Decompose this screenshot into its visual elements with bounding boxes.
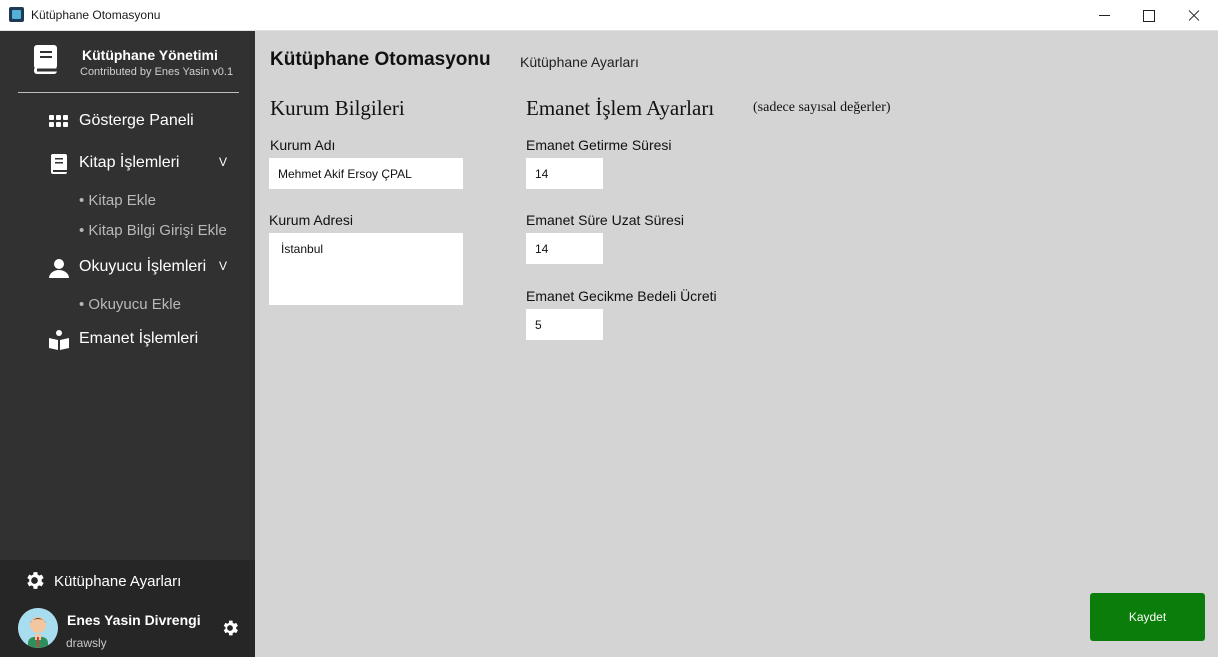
late-fee-label: Emanet Gecikme Bedeli Ücreti (526, 288, 717, 304)
extend-period-input[interactable] (526, 233, 603, 264)
numeric-only-note: (sadece sayısal değerler) (753, 100, 891, 115)
user-panel: Enes Yasin Divrengi drawsly (0, 602, 255, 657)
institution-name-input[interactable] (269, 158, 463, 189)
sidebar-item-label: Gösterge Paneli (79, 112, 194, 129)
app-icon (9, 7, 24, 22)
book-logo-icon (34, 45, 57, 74)
maximize-button[interactable] (1126, 0, 1172, 31)
section-title-institution: Kurum Bilgileri (270, 96, 405, 120)
return-period-input[interactable] (526, 158, 603, 189)
page-title: Kütüphane Otomasyonu (270, 49, 491, 70)
extend-period-label: Emanet Süre Uzat Süresi (526, 212, 684, 228)
window-title: Kütüphane Otomasyonu (31, 8, 161, 22)
sidebar-item-loan-operations[interactable]: Emanet İşlemleri (0, 324, 255, 354)
institution-address-textarea[interactable]: İstanbul (269, 233, 463, 305)
user-handle: drawsly (66, 636, 107, 650)
late-fee-input[interactable] (526, 309, 603, 340)
gear-icon (27, 572, 44, 589)
title-bar: Kütüphane Otomasyonu (0, 0, 1218, 31)
sidebar-item-label: Kitap İşlemleri (79, 154, 180, 171)
close-button[interactable] (1171, 0, 1217, 31)
institution-address-label: Kurum Adresi (269, 212, 354, 228)
avatar-image (18, 608, 58, 648)
sidebar: Kütüphane Yönetimi Contributed by Enes Y… (0, 31, 255, 657)
user-name: Enes Yasin Divrengi (67, 612, 201, 628)
grid-icon (49, 115, 68, 127)
chevron-down-icon[interactable]: V (219, 259, 227, 273)
sidebar-item-label: Emanet İşlemleri (79, 330, 199, 347)
section-title-loan-settings: Emanet İşlem Ayarları (526, 96, 715, 120)
page-subtitle: Kütüphane Ayarları (520, 54, 639, 70)
sidebar-item-label: Kütüphane Ayarları (54, 573, 182, 590)
return-period-label: Emanet Getirme Süresi (526, 137, 672, 153)
sidebar-subitem-add-book[interactable]: • Kitap Ekle (79, 192, 156, 209)
user-icon (49, 259, 69, 278)
save-button[interactable]: Kaydet (1090, 593, 1205, 641)
gear-icon[interactable] (220, 618, 240, 638)
avatar (18, 608, 58, 648)
main-content: Kütüphane Otomasyonu Kütüphane Ayarları … (255, 31, 1218, 657)
divider (18, 92, 239, 93)
brand-title: Kütüphane Yönetimi (82, 47, 218, 63)
chevron-down-icon[interactable]: V (219, 155, 227, 169)
brand-subtitle: Contributed by Enes Yasin v0.1 (80, 66, 234, 78)
reader-icon (49, 330, 69, 350)
sidebar-item-reader-operations[interactable]: Okuyucu İşlemleri V (0, 252, 255, 282)
institution-name-label: Kurum Adı (270, 137, 336, 153)
sidebar-item-label: Okuyucu İşlemleri (79, 258, 207, 275)
minimize-button[interactable] (1081, 0, 1127, 31)
sidebar-subitem-add-book-info[interactable]: • Kitap Bilgi Girişi Ekle (79, 222, 227, 239)
sidebar-item-library-settings[interactable]: Kütüphane Ayarları (0, 560, 255, 602)
sidebar-subitem-add-reader[interactable]: • Okuyucu Ekle (79, 296, 181, 313)
book-icon (51, 154, 67, 174)
sidebar-item-book-operations[interactable]: Kitap İşlemleri V (0, 148, 255, 178)
sidebar-item-dashboard[interactable]: Gösterge Paneli (0, 106, 255, 136)
